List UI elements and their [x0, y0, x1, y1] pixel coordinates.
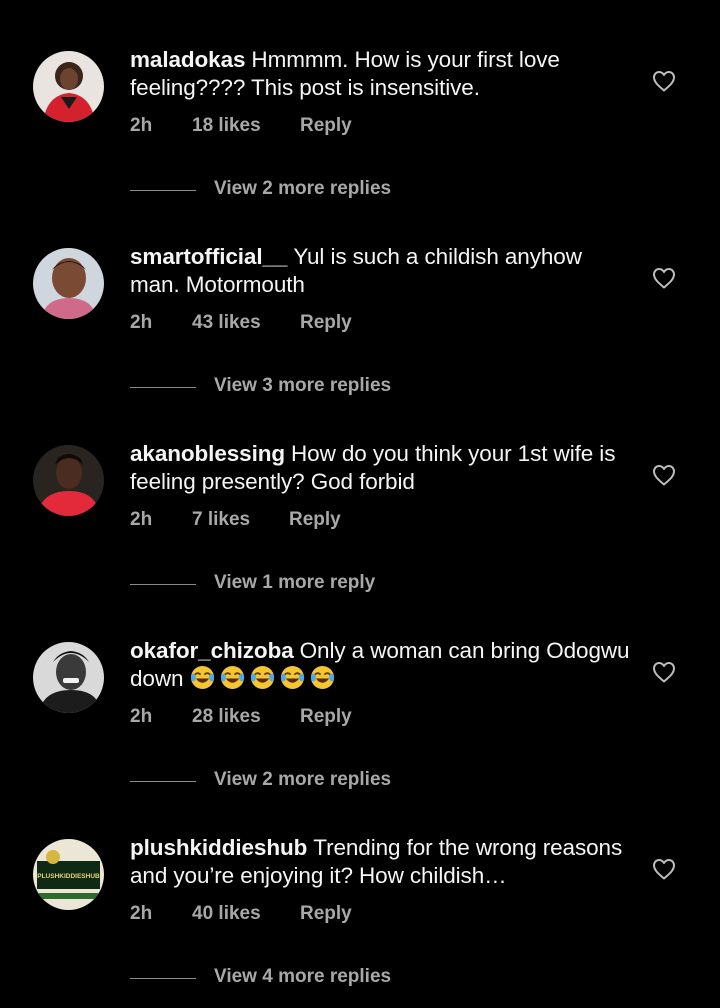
reply-button[interactable]: Reply	[300, 312, 352, 334]
face-with-tears-of-joy-emoji	[310, 665, 334, 690]
comment-text: akanoblessing How do you think your 1st w…	[130, 440, 630, 496]
heart-icon[interactable]	[652, 661, 676, 683]
comment-text: plushkiddieshub Trending for the wrong re…	[130, 834, 630, 890]
comment-likes[interactable]: 7 likes	[192, 509, 250, 531]
laughing-emoji-row	[190, 665, 340, 691]
comment-time: 2h	[130, 509, 153, 530]
face-with-tears-of-joy-emoji	[220, 665, 244, 690]
comment-item: okafor_chizoba Only a woman can bring Odo…	[0, 591, 720, 790]
avatar[interactable]	[33, 642, 104, 713]
comment-item: smartofficial__ Yul is such a childish an…	[0, 197, 720, 396]
heart-icon[interactable]	[652, 267, 676, 289]
replies-divider	[130, 584, 196, 585]
avatar[interactable]	[33, 51, 104, 122]
comment-likes[interactable]: 28 likes	[192, 706, 261, 728]
comment-time: 2h	[130, 706, 153, 727]
comment-item: PLUSHKIDDIESHUB plushkiddieshub Trending …	[0, 788, 720, 988]
avatar[interactable]: PLUSHKIDDIESHUB	[33, 839, 104, 910]
heart-icon[interactable]	[652, 464, 676, 486]
reply-button[interactable]: Reply	[289, 509, 341, 531]
comment-likes[interactable]: 18 likes	[192, 115, 261, 137]
avatar[interactable]	[33, 445, 104, 516]
replies-divider	[130, 190, 196, 191]
avatar-logo-text: PLUSHKIDDIESHUB	[37, 873, 100, 880]
comment-time: 2h	[130, 115, 153, 136]
comment-likes[interactable]: 43 likes	[192, 312, 261, 334]
face-with-tears-of-joy-emoji	[190, 665, 214, 690]
replies-divider	[130, 387, 196, 388]
comment-time: 2h	[130, 903, 153, 924]
comment-username[interactable]: maladokas	[130, 47, 246, 72]
reply-button[interactable]: Reply	[300, 903, 352, 925]
avatar[interactable]	[33, 248, 104, 319]
heart-icon[interactable]	[652, 70, 676, 92]
comment-username[interactable]: okafor_chizoba	[130, 638, 294, 663]
comment-time: 2h	[130, 312, 153, 333]
comment-item: maladokas Hmmmm. How is your first love f…	[0, 0, 720, 199]
comment-text: smartofficial__ Yul is such a childish an…	[130, 243, 630, 299]
comment-likes[interactable]: 40 likes	[192, 903, 261, 925]
comment-item: akanoblessing How do you think your 1st w…	[0, 394, 720, 593]
replies-divider	[130, 781, 196, 782]
face-with-tears-of-joy-emoji	[280, 665, 304, 690]
reply-button[interactable]: Reply	[300, 706, 352, 728]
comment-username[interactable]: smartofficial__	[130, 244, 287, 269]
comment-text: okafor_chizoba Only a woman can bring Odo…	[130, 637, 630, 693]
heart-icon[interactable]	[652, 858, 676, 880]
comment-text: maladokas Hmmmm. How is your first love f…	[130, 46, 630, 102]
replies-divider	[130, 978, 196, 979]
reply-button[interactable]: Reply	[300, 115, 352, 137]
comment-username[interactable]: plushkiddieshub	[130, 835, 307, 860]
face-with-tears-of-joy-emoji	[250, 665, 274, 690]
comment-username[interactable]: akanoblessing	[130, 441, 285, 466]
view-replies-button[interactable]: View 4 more replies	[214, 966, 391, 988]
